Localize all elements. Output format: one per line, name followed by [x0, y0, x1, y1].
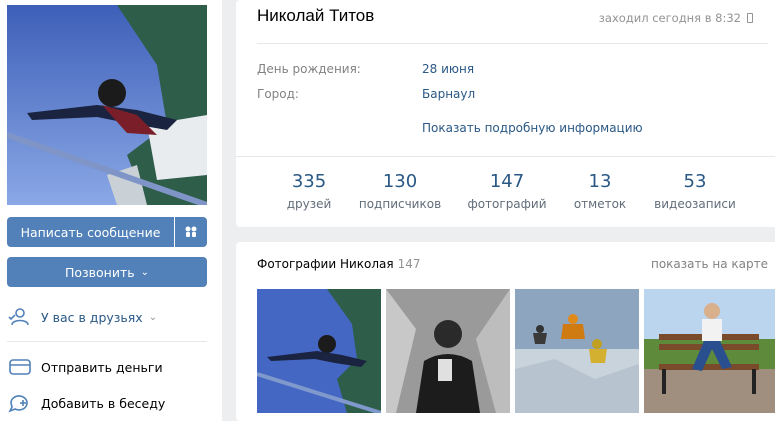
divider: [7, 341, 207, 342]
counter-followers[interactable]: 130 подписчиков: [345, 170, 455, 214]
gift-icon: [185, 226, 197, 237]
photo-thumbnail[interactable]: [515, 289, 639, 413]
avatar-image: [7, 5, 207, 205]
photos-count: 147: [397, 257, 421, 271]
divider: [257, 43, 768, 44]
send-message-button[interactable]: Написать сообщение: [7, 217, 174, 247]
photo-thumbnail[interactable]: [257, 289, 381, 413]
chevron-down-icon: ⌄: [140, 266, 150, 278]
call-button[interactable]: Позвонить ⌄: [7, 257, 207, 287]
last-seen-text: заходил сегодня в 8:32: [598, 11, 741, 25]
profile-page: Написать сообщение Позвонить ⌄ У вас в д…: [0, 0, 775, 421]
add-to-chat-button[interactable]: Добавить в беседу: [7, 392, 165, 414]
add-to-chat-label: Добавить в беседу: [41, 395, 166, 411]
call-label: Позвонить: [64, 264, 135, 280]
divider: [236, 156, 775, 157]
counter-tags[interactable]: 13 отметок: [545, 170, 655, 214]
counter-label: видеозаписи: [654, 197, 736, 211]
photo-thumbnail[interactable]: [644, 289, 775, 413]
online-status: заходил сегодня в 8:32: [599, 11, 753, 25]
photo-image: [644, 289, 775, 413]
wallet-icon: [9, 359, 31, 375]
counter-label: подписчиков: [358, 197, 442, 211]
birthday-value[interactable]: 28 июня: [422, 62, 474, 76]
city-label: Город:: [257, 87, 299, 101]
photos-header[interactable]: Фотографии Николая 147: [257, 257, 421, 271]
phone-icon: [747, 13, 753, 23]
chat-add-icon: [8, 395, 28, 413]
friends-status-button[interactable]: У вас в друзьях ⌄: [7, 306, 157, 328]
birthday-label: День рождения:: [257, 62, 361, 76]
counter-number: 53: [683, 171, 707, 192]
profile-info-card: Николай Титов заходил сегодня в 8:32 Ден…: [236, 0, 775, 227]
photos-card: Фотографии Николая 147 показать на карте: [236, 242, 775, 421]
show-on-map-link[interactable]: показать на карте: [651, 257, 768, 271]
send-money-button[interactable]: Отправить деньги: [7, 356, 163, 378]
page-title: Николай Титов: [257, 6, 375, 25]
counter-videos[interactable]: 53 видеозаписи: [640, 170, 750, 214]
counter-label: отметок: [573, 197, 627, 211]
gift-button[interactable]: [175, 217, 207, 247]
friends-status-label: У вас в друзьях: [41, 309, 143, 325]
counter-number: 13: [588, 171, 612, 192]
avatar[interactable]: [7, 5, 207, 205]
show-more-info-link[interactable]: Показать подробную информацию: [422, 121, 643, 135]
send-money-label: Отправить деньги: [41, 359, 163, 375]
chevron-down-icon: ⌄: [148, 311, 158, 323]
user-check-icon: [8, 308, 29, 326]
photos-title: Фотографии Николая: [257, 257, 394, 271]
photo-image: [515, 289, 639, 413]
photo-image: [386, 289, 510, 413]
photo-image: [257, 289, 381, 413]
counter-number: 130: [382, 171, 418, 192]
send-message-label: Написать сообщение: [20, 224, 161, 240]
city-value[interactable]: Барнаул: [422, 87, 475, 101]
left-column: Написать сообщение Позвонить ⌄ У вас в д…: [0, 0, 222, 421]
photo-thumbnail[interactable]: [386, 289, 510, 413]
counters-row: 335 друзей 130 подписчиков 147 фотографи…: [236, 170, 775, 220]
